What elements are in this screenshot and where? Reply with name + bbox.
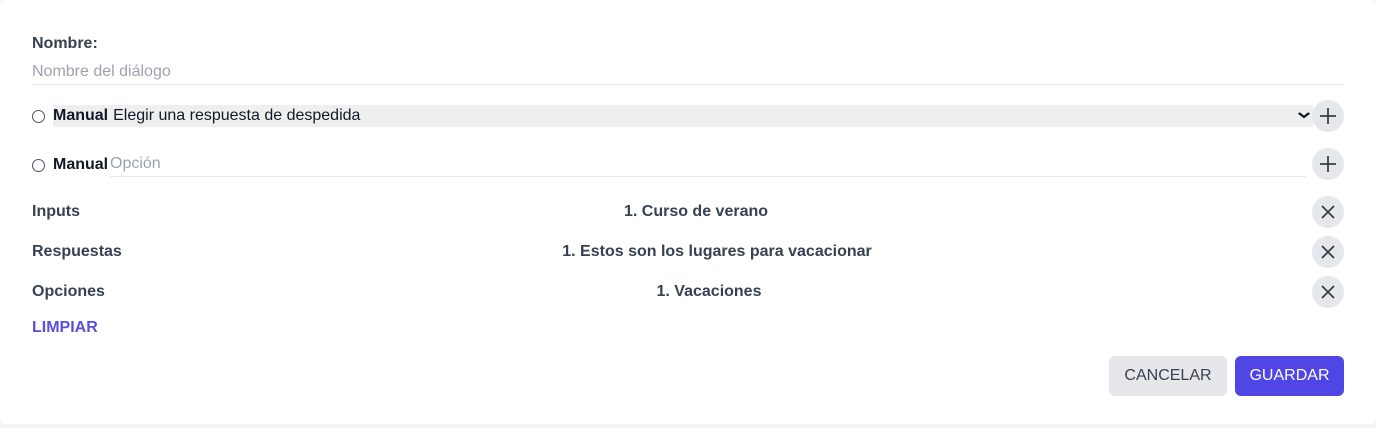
farewell-select-value: Elegir una respuesta de despedida [113,107,361,124]
add-farewell-button[interactable] [1312,100,1344,132]
add-option-button[interactable] [1312,148,1344,180]
option-input[interactable] [110,152,1306,177]
chevron-down-icon [1297,110,1311,122]
plus-icon [1320,156,1336,172]
dialog-form-card: Nombre: Manual Elegir una respuesta de d… [0,0,1376,424]
farewell-response-select[interactable]: Manual Elegir una respuesta de despedida [53,105,1313,127]
farewell-manual-label: Manual [53,107,109,124]
remove-inputs-button[interactable] [1312,196,1344,228]
close-icon [1321,245,1335,259]
remove-responses-button[interactable] [1312,236,1344,268]
plus-icon [1320,108,1336,124]
options-value: 1. Vacaciones [656,283,762,300]
responses-label: Respuestas [32,243,122,260]
option-manual-label: Manual [53,156,109,173]
remove-options-button[interactable] [1312,276,1344,308]
name-label: Nombre: [32,35,98,52]
inputs-label: Inputs [32,203,80,220]
option-manual-radio[interactable] [32,158,45,172]
farewell-radio-row[interactable] [32,110,45,123]
close-icon [1321,205,1335,219]
farewell-manual-radio[interactable] [32,110,45,123]
option-radio-row[interactable]: Manual [32,156,108,174]
options-label: Opciones [32,283,105,300]
close-icon [1321,285,1335,299]
save-button[interactable]: GUARDAR [1235,356,1344,396]
clear-button[interactable]: LIMPIAR [32,319,98,337]
dialog-name-input[interactable] [32,60,1344,85]
cancel-button[interactable]: CANCELAR [1109,356,1227,396]
inputs-value: 1. Curso de verano [623,203,769,220]
responses-value: 1. Estos son los lugares para vacacionar [562,243,872,260]
